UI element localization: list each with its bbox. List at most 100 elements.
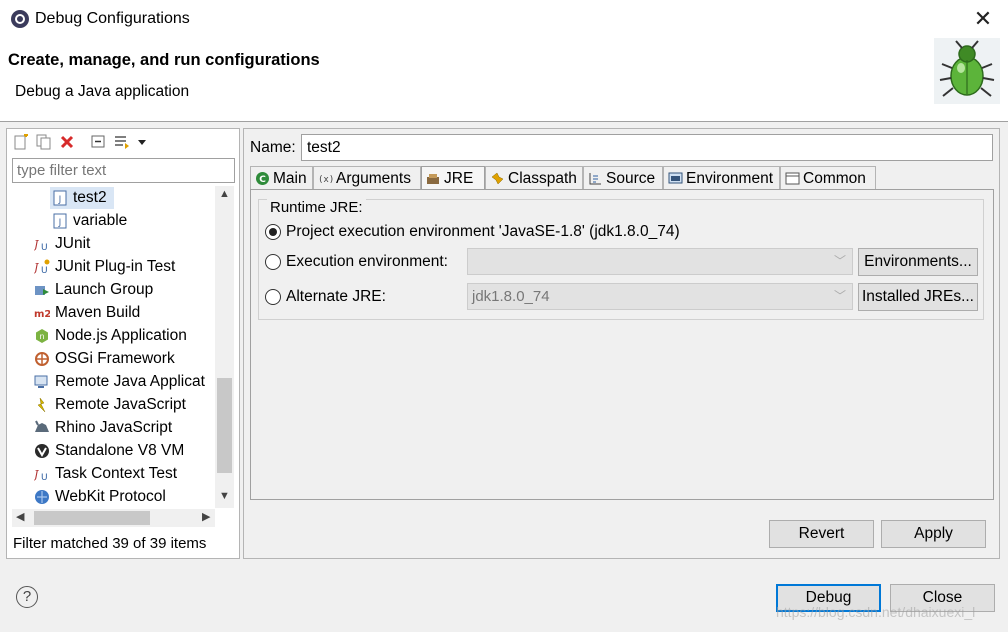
jre-tab-icon [427,174,439,184]
tab-environment[interactable]: Environment [663,166,780,190]
installed-jres-button[interactable]: Installed JREs... [858,283,978,311]
junit-plugin-icon: JU [34,259,50,275]
svg-text:m2: m2 [34,309,50,320]
scroll-left-icon[interactable]: ◀ [16,510,24,523]
scroll-right-icon[interactable]: ▶ [202,510,210,523]
java-file-icon: J [53,190,67,206]
banner-title: Create, manage, and run configurations [8,51,320,69]
tree-item-label: WebKit Protocol [55,488,166,505]
header-banner: Create, manage, and run configurations D… [0,38,1008,122]
svg-text:U: U [41,243,48,252]
java-file-icon: J [53,213,67,229]
horizontal-scroll-thumb[interactable] [34,511,150,525]
tree-item[interactable]: OSGi Framework [34,348,215,370]
tree-item-label: JUnit Plug-in Test [55,258,176,275]
chevron-down-icon: ﹀ [833,254,846,268]
tree-item[interactable]: Standalone V8 VM [34,440,215,462]
tree-item[interactable]: Jtest2 [50,187,215,209]
tree-item-label: Node.js Application [55,327,187,344]
tab-arguments[interactable]: (x)=Arguments [313,166,421,190]
environments-button[interactable]: Environments... [858,248,978,276]
filter-input[interactable]: type filter text [12,158,235,183]
tree-item-label: JUnit [55,235,91,252]
tree-horizontal-scrollbar[interactable]: ◀ ▶ [12,509,215,527]
tree-item-label: Remote Java Applicat [55,373,205,390]
svg-text:J: J [34,238,39,251]
configuration-tree: Jtest2 Jvariable J U JUnit J U JUnit Plug-in Te… [7,186,215,508]
tree-item-label: Remote JavaScript [55,396,186,413]
alternate-jre-combo: jdk1.8.0_74 ﹀ [467,283,853,310]
eclipse-app-icon [11,10,29,28]
tree-item-label: Task Context Test [55,465,178,482]
tab-label: Classpath [508,170,577,187]
collapse-all-icon[interactable] [91,134,107,150]
tree-item[interactable]: Remote Java Applicat [34,371,215,393]
svg-text:n: n [39,332,44,341]
title-bar: Debug Configurations ✕ [0,0,1008,38]
close-window-icon[interactable]: ✕ [970,6,996,32]
rhino-icon [35,420,49,432]
help-icon[interactable]: ? [16,586,38,608]
tab-jre[interactable]: JRE [421,166,485,191]
apply-button[interactable]: Apply [881,520,986,548]
name-field[interactable]: test2 [301,134,993,161]
jre-tab-content: Runtime JRE: Project execution environme… [250,189,994,500]
project-environment-radio[interactable] [265,224,281,240]
tree-item-label: Maven Build [55,304,141,321]
environment-tab-icon [668,172,683,184]
scroll-down-icon[interactable]: ▼ [218,490,231,502]
tab-strip: C Main (x)=Arguments JRE Classpath Source Envi… [250,166,994,191]
vertical-scroll-thumb[interactable] [217,378,232,473]
junit-icon: JU [34,238,48,252]
tab-main[interactable]: C Main [250,166,313,190]
alternate-jre-label: Alternate JRE: [286,288,386,305]
webkit-icon [35,490,49,504]
svg-text:C: C [259,175,266,185]
chevron-down-icon: ﹀ [833,289,846,303]
execution-environment-radio[interactable] [265,254,281,270]
duplicate-icon[interactable] [36,134,52,150]
delete-icon[interactable] [59,134,75,150]
revert-button[interactable]: Revert [769,520,874,548]
common-tab-icon [785,172,800,185]
tree-toolbar [11,132,235,154]
tree-item[interactable]: n Node.js Application [34,325,215,347]
execution-environment-combo: ﹀ [467,248,853,275]
new-configuration-icon[interactable] [13,134,29,150]
name-label: Name: [250,139,296,156]
tab-classpath[interactable]: Classpath [485,166,583,190]
tree-item[interactable]: J U Task Context Test [34,463,215,485]
osgi-icon [35,352,49,366]
tree-item[interactable]: m2 Maven Build [34,302,215,324]
tree-item[interactable]: J U JUnit Plug-in Test [34,256,215,278]
watermark: https://blog.csdn.net/dhaixuexi_l [776,604,976,620]
project-environment-label: Project execution environment 'JavaSE-1.… [286,223,680,240]
dropdown-arrow-icon[interactable] [134,134,150,150]
alternate-jre-radio[interactable] [265,289,281,305]
tree-vertical-scrollbar[interactable]: ▲ ▼ [215,186,234,508]
scroll-up-icon[interactable]: ▲ [218,188,231,200]
tab-label: Environment [686,170,774,187]
svg-text:J: J [58,218,62,228]
svg-text:(x)=: (x)= [318,175,333,185]
tab-label: Main [273,170,307,187]
configuration-editor-panel: Name: test2 C Main (x)=Arguments JRE Classpa… [243,128,1000,559]
tab-source[interactable]: Source [583,166,663,190]
filter-icon[interactable] [114,134,130,150]
runtime-jre-group: Runtime JRE: Project execution environme… [258,199,984,320]
tree-item[interactable]: Remote JavaScript [34,394,215,416]
tree-item[interactable]: Jvariable [52,210,215,232]
main-tab-icon: C [256,172,269,185]
tree-item[interactable]: Rhino JavaScript [34,417,215,439]
svg-text:J: J [34,468,39,481]
tree-item[interactable]: J U JUnit [34,233,215,255]
svg-text:U: U [41,473,48,482]
tree-item[interactable]: Launch Group [34,279,215,301]
svg-text:U: U [41,266,48,275]
tree-item-label: test2 [73,189,107,206]
tab-label: Source [606,170,656,187]
execution-environment-label: Execution environment: [286,253,448,270]
tab-label: Common [803,170,866,187]
tab-common[interactable]: Common [780,166,876,190]
tree-item[interactable]: WebKit Protocol [34,486,215,508]
